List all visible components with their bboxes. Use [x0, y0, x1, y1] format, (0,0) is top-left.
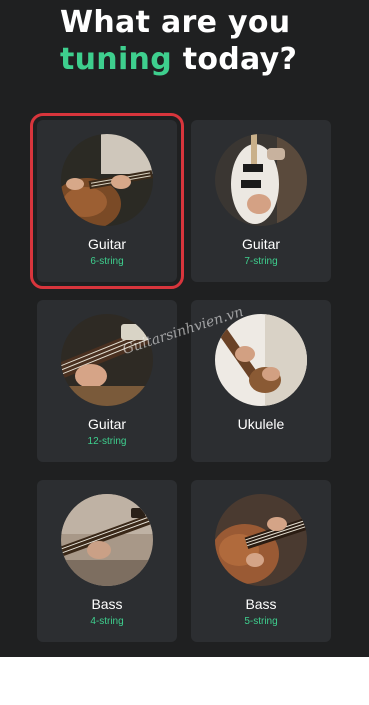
instrument-card-guitar-7[interactable]: Guitar 7-string: [191, 120, 331, 282]
instrument-name: Bass: [245, 596, 277, 612]
title-accent: tuning: [60, 42, 172, 77]
tuner-select-screen: What are you tuning today? Guitar 6-stri…: [0, 0, 369, 657]
instrument-strings: 12-string: [87, 436, 127, 447]
instrument-strings: 7-string: [244, 256, 278, 267]
instrument-strings: 6-string: [90, 256, 124, 267]
instrument-name: Guitar: [87, 236, 127, 252]
acoustic-guitar-photo: [61, 134, 153, 226]
instrument-name: Guitar: [87, 416, 127, 432]
instrument-card-guitar-12[interactable]: Guitar 12-string: [37, 300, 177, 462]
ukulele-photo: [215, 314, 307, 406]
instrument-name: Guitar: [241, 236, 281, 252]
instrument-strings: 4-string: [90, 616, 124, 627]
instrument-card-bass-4[interactable]: Bass 4-string: [37, 480, 177, 642]
instrument-name: Ukulele: [237, 416, 285, 432]
twelve-string-guitar-photo: [61, 314, 153, 406]
title-line1: What are you: [60, 5, 291, 40]
electric-guitar-photo: [215, 134, 307, 226]
title-rest: today?: [182, 42, 298, 77]
page-title: What are you tuning today?: [60, 4, 360, 78]
instrument-name: Bass: [91, 596, 123, 612]
instrument-card-guitar-6[interactable]: Guitar 6-string: [30, 113, 184, 289]
instrument-strings: 5-string: [244, 616, 278, 627]
bass-5-photo: [215, 494, 307, 586]
bass-4-photo: [61, 494, 153, 586]
instrument-card-bass-5[interactable]: Bass 5-string: [191, 480, 331, 642]
